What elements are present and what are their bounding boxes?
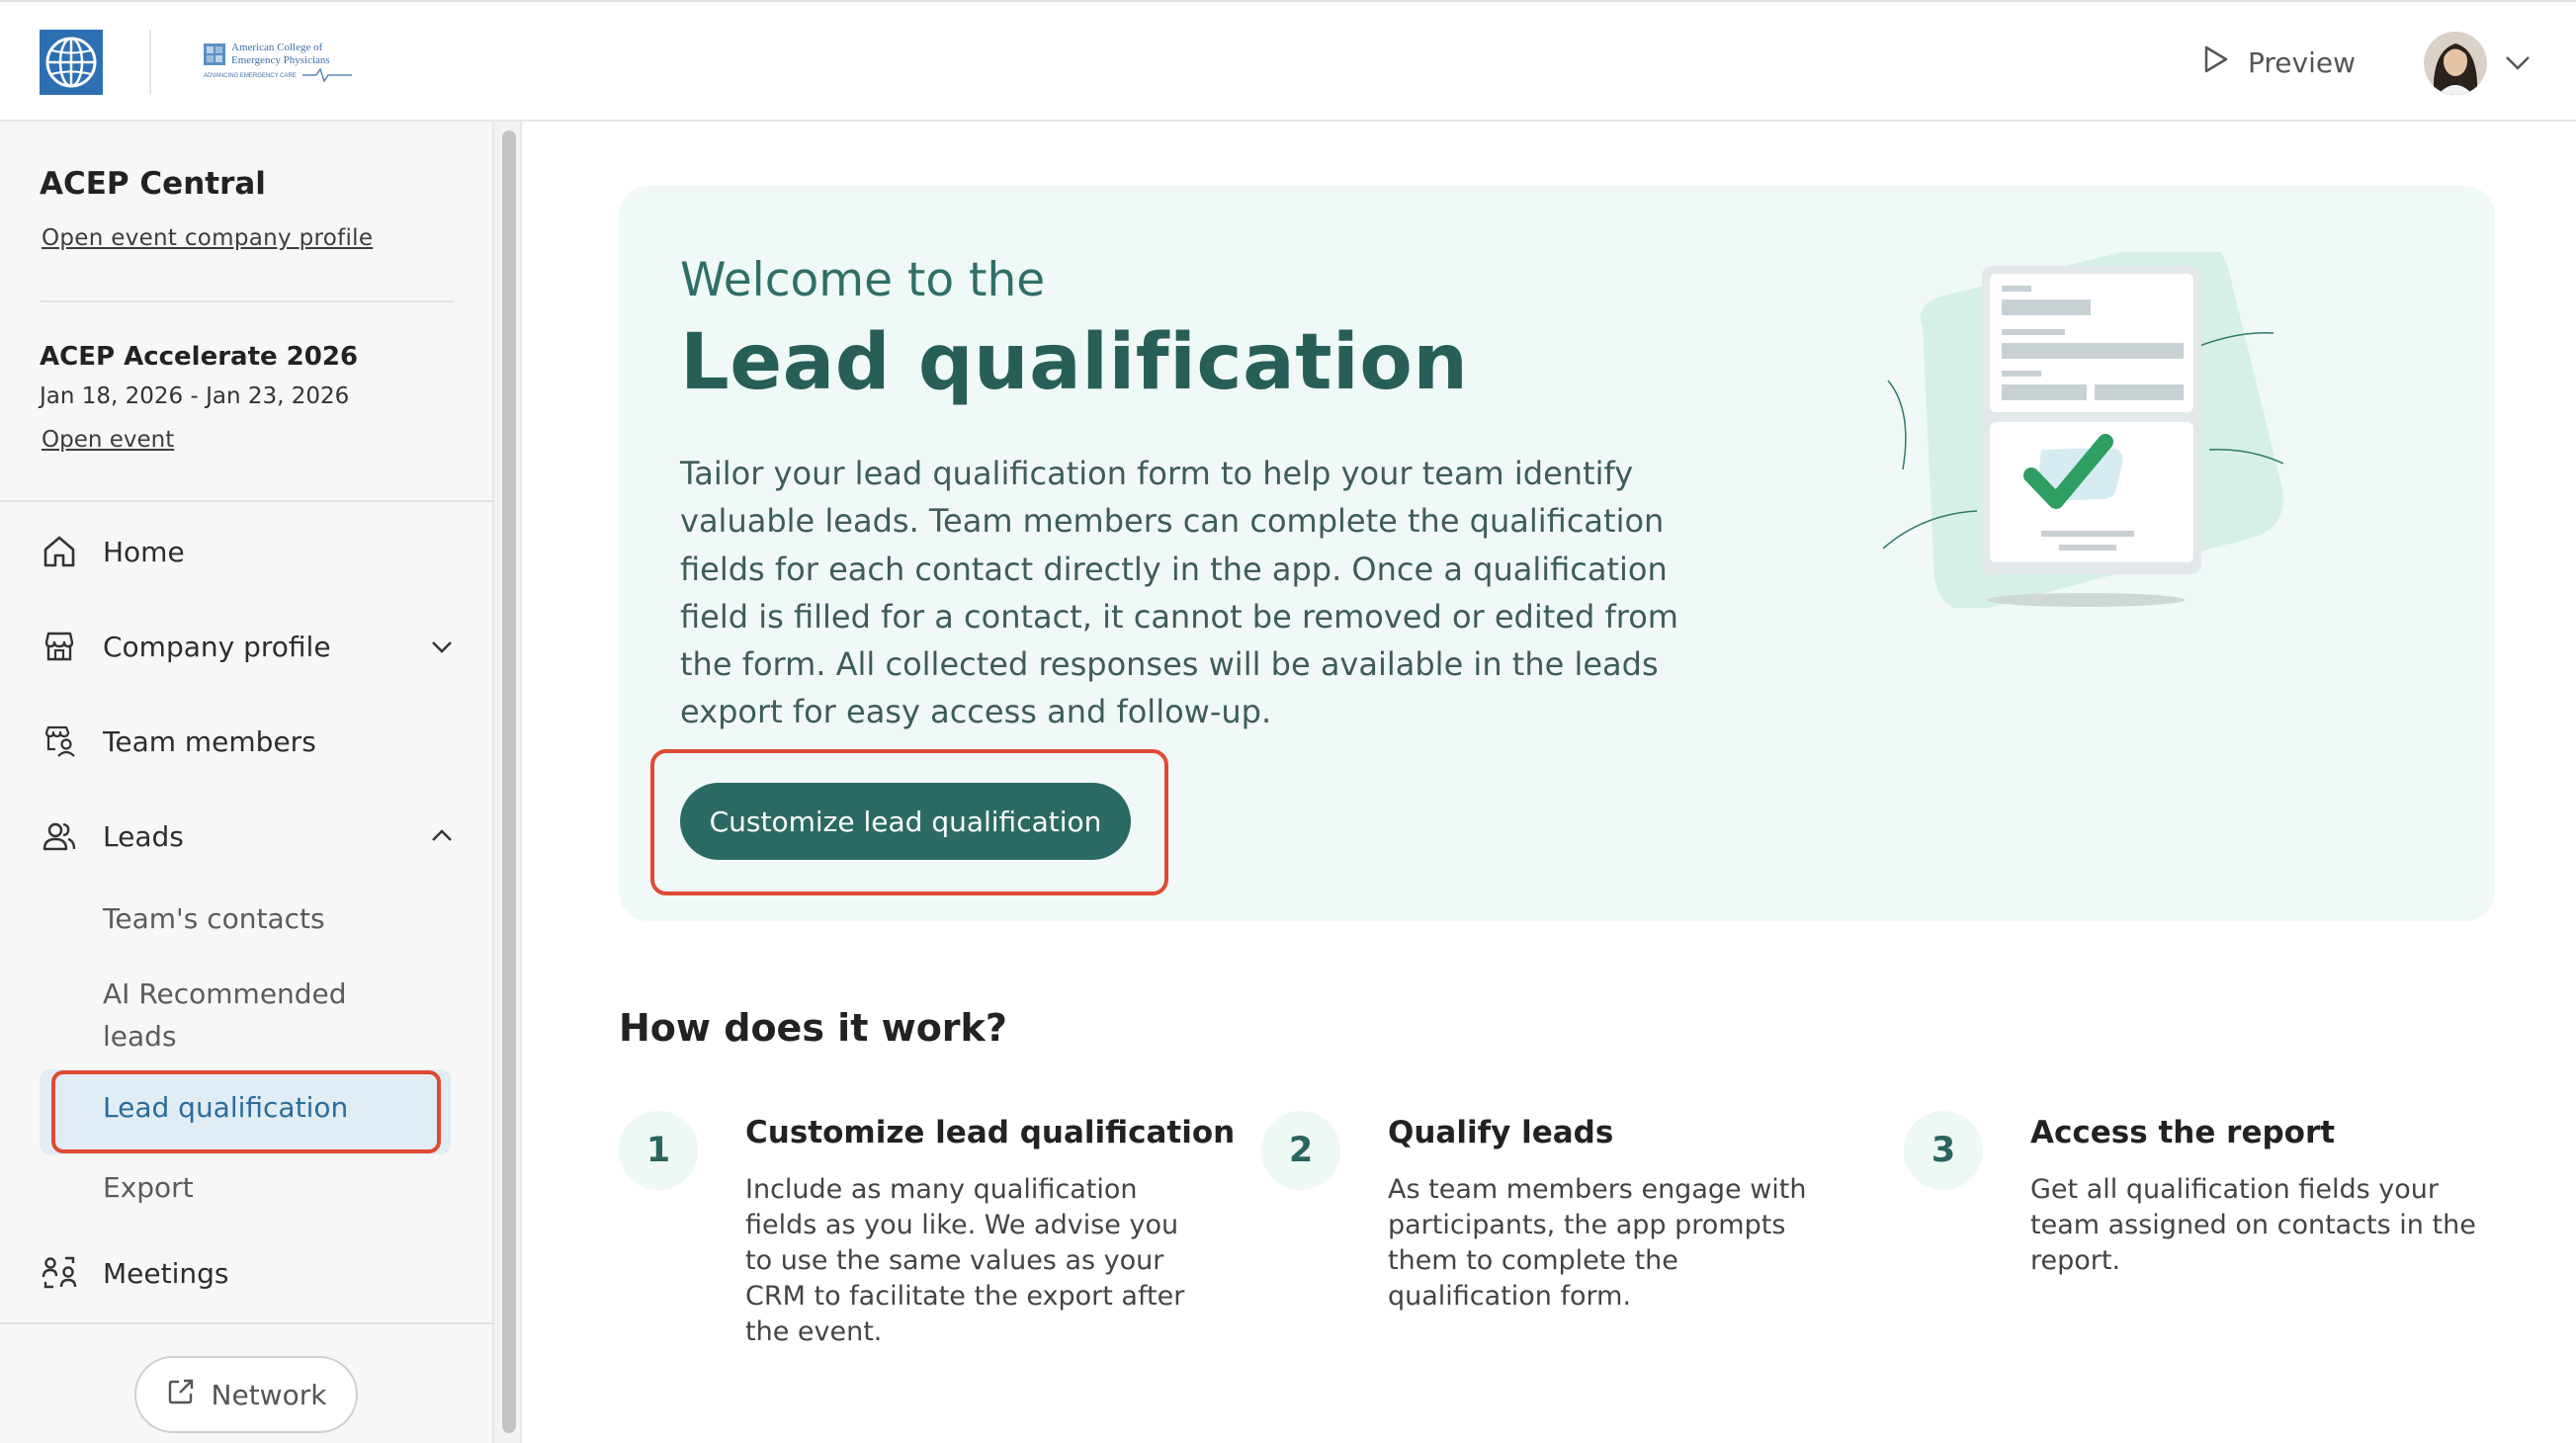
globe-logo-icon[interactable] (40, 30, 103, 95)
sidebar-subitem-export[interactable]: Export (103, 1166, 194, 1209)
description-line: the form. All collected responses will b… (680, 645, 1659, 684)
preview-button[interactable]: Preview (2202, 40, 2356, 85)
open-event-link[interactable]: Open event (42, 427, 174, 453)
step-line: qualification form. (1388, 1281, 1632, 1312)
step-line: Get all qualification fields your (2030, 1174, 2439, 1205)
svg-text:Emergency Physicians: Emergency Physicians (231, 54, 330, 66)
sidebar-subitem-ai-recommended-leads[interactable]: AI Recommended leads (103, 973, 347, 1058)
step-number: 2 (1261, 1111, 1340, 1190)
step-line: participants, the app prompts (1388, 1210, 1786, 1240)
customize-lead-qualification-button[interactable]: Customize lead qualification (680, 783, 1131, 860)
network-button[interactable]: Network (134, 1356, 358, 1433)
step-description: As team members engage with participants… (1388, 1172, 1843, 1315)
description-line: valuable leads. Team members can complet… (680, 502, 1665, 541)
step-title: Access the report (2030, 1115, 2336, 1150)
sidebar-subitem-label: leads (103, 1020, 177, 1053)
play-icon (2202, 44, 2230, 81)
step-description: Include as many qualification fields as … (745, 1172, 1200, 1350)
chevron-down-icon (429, 634, 455, 666)
sidebar-subitem-label: Lead qualification (103, 1091, 349, 1124)
sidebar-item-home[interactable]: Home (40, 526, 455, 577)
users-icon (40, 816, 79, 856)
sidebar-scrollbar-thumb[interactable] (502, 130, 516, 1433)
sidebar-item-label: Company profile (103, 630, 331, 663)
sidebar-item-label: Team members (103, 724, 316, 758)
welcome-description: Tailor your lead qualification form to h… (680, 450, 1728, 736)
sidebar-item-team-members[interactable]: Team members (40, 716, 455, 767)
step-line: them to complete the (1388, 1245, 1678, 1276)
avatar[interactable] (2424, 32, 2487, 95)
how-it-works-heading: How does it work? (619, 1006, 1007, 1050)
step-number: 1 (619, 1111, 698, 1190)
sidebar-item-label: Meetings (103, 1256, 229, 1290)
step-line: CRM to facilitate the export after (745, 1281, 1185, 1312)
divider (40, 300, 455, 302)
svg-text:American College of: American College of (231, 42, 323, 53)
description-line: Tailor your lead qualification form to h… (680, 455, 1634, 492)
description-line: export for easy access and follow-up. (680, 693, 1272, 731)
chevron-up-icon (429, 823, 455, 856)
sidebar-item-meetings[interactable]: Meetings (40, 1247, 455, 1299)
team-badge-icon (40, 722, 79, 761)
event-dates: Jan 18, 2026 - Jan 23, 2026 (40, 383, 350, 409)
open-company-profile-link[interactable]: Open event company profile (42, 225, 373, 251)
step-title: Customize lead qualification (745, 1115, 1236, 1150)
sidebar-subitem-label: AI Recommended (103, 977, 347, 1010)
storefront-icon (40, 627, 79, 666)
sidebar-item-company-profile[interactable]: Company profile (40, 621, 455, 672)
description-line: fields for each contact directly in the … (680, 550, 1668, 588)
page-title: Lead qualification (680, 318, 1469, 407)
divider (0, 1322, 494, 1324)
step-line: As team members engage with (1388, 1174, 1807, 1205)
welcome-kicker: Welcome to the (680, 253, 1046, 307)
home-icon (40, 532, 79, 571)
step-line: report. (2030, 1245, 2121, 1276)
description-line: field is filled for a contact, it cannot… (680, 597, 1678, 636)
step-title: Qualify leads (1388, 1115, 1614, 1150)
sidebar-item-label: Leads (103, 819, 184, 853)
step-line: Include as many qualification (745, 1174, 1138, 1205)
external-link-icon (166, 1377, 196, 1413)
step-description: Get all qualification fields your team a… (2030, 1172, 2485, 1279)
acep-logo: American College of Emergency Physicians… (204, 40, 354, 85)
step-line: to use the same values as your (745, 1245, 1164, 1276)
sidebar-subitem-teams-contacts[interactable]: Team's contacts (103, 897, 325, 940)
step-line: fields as you like. We advise you (745, 1210, 1179, 1240)
top-bar: American College of Emergency Physicians… (0, 0, 2576, 122)
sidebar (0, 122, 494, 1443)
svg-text:ADVANCING EMERGENCY CARE: ADVANCING EMERGENCY CARE (204, 73, 297, 79)
step-number: 3 (1904, 1111, 1983, 1190)
meetings-icon (40, 1253, 79, 1293)
event-name: ACEP Accelerate 2026 (40, 342, 359, 372)
divider (0, 500, 494, 502)
network-label: Network (211, 1378, 327, 1411)
sidebar-item-label: Home (103, 535, 185, 568)
step-line: team assigned on contacts in the (2030, 1210, 2476, 1240)
preview-label: Preview (2248, 45, 2356, 79)
chevron-down-icon[interactable] (2503, 47, 2533, 81)
company-name: ACEP Central (40, 166, 266, 202)
logo-divider (149, 30, 151, 95)
step-line: the event. (745, 1316, 883, 1347)
sidebar-item-leads[interactable]: Leads (40, 810, 455, 862)
form-checkmark-illustration (1882, 237, 2290, 612)
